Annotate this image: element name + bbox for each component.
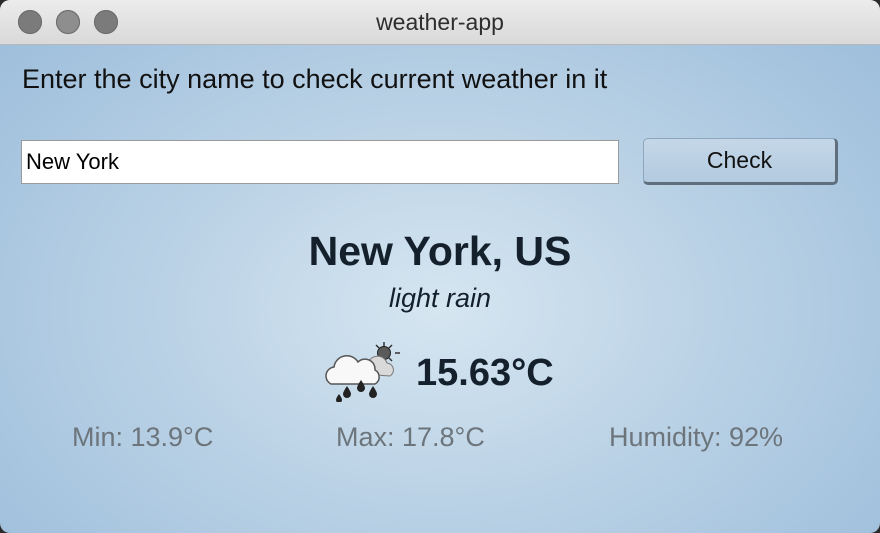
temperature-value: 15.63°C xyxy=(416,352,554,394)
cloud-rain-sun-icon xyxy=(325,342,400,402)
weather-description: light rain xyxy=(388,283,492,313)
city-input[interactable] xyxy=(21,140,619,184)
min-temperature: Min: 13.9°C xyxy=(72,422,214,452)
check-button[interactable]: Check xyxy=(643,138,838,185)
app-window: weather-app Enter the city name to check… xyxy=(0,0,880,533)
location-title: New York, US xyxy=(308,228,572,274)
humidity-value: Humidity: 92% xyxy=(609,422,784,452)
max-temperature: Max: 17.8°C xyxy=(336,422,485,452)
window-title: weather-app xyxy=(376,9,504,35)
instruction-text: Enter the city name to check current wea… xyxy=(22,64,608,94)
title-bar: weather-app xyxy=(0,0,880,45)
